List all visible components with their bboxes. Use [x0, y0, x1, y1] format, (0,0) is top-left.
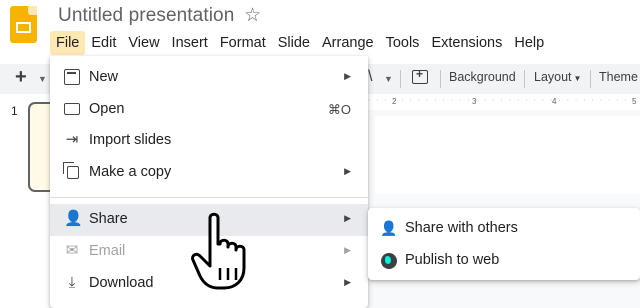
- menu-item-label: Open: [89, 101, 125, 117]
- layout-label: Layout: [534, 70, 572, 84]
- hand-pointer-cursor-icon: [191, 212, 246, 290]
- folder-icon: [64, 103, 80, 115]
- new-slide-button[interactable]: +: [15, 66, 27, 89]
- ruler-tick: 5: [632, 97, 637, 106]
- submenu-arrow-icon: ▶: [344, 213, 351, 223]
- menu-item-label: Import slides: [89, 132, 172, 148]
- menu-item-make-a-copy[interactable]: Make a copy ▶: [50, 157, 368, 189]
- menu-item-new[interactable]: New ▶: [50, 62, 368, 94]
- submenu-arrow-icon: ▶: [344, 277, 351, 287]
- star-icon[interactable]: ☆: [244, 4, 261, 27]
- ruler-tick: 3: [472, 97, 477, 106]
- layout-button[interactable]: Layout ▼: [534, 70, 581, 84]
- submenu-item-share-with-others[interactable]: 👤 Share with others: [368, 214, 640, 244]
- submenu-item-publish-to-web[interactable]: Publish to web: [368, 246, 640, 276]
- menu-file[interactable]: File: [50, 31, 86, 55]
- menu-item-import-slides[interactable]: ⇥ Import slides: [50, 125, 368, 157]
- submenu-item-label: Publish to web: [405, 252, 500, 268]
- menu-item-label: Download: [89, 275, 154, 291]
- download-icon: ⤓: [68, 274, 76, 291]
- menu-edit[interactable]: Edit: [85, 31, 122, 55]
- menu-item-open[interactable]: Open ⌘O: [50, 94, 368, 126]
- menu-bar: File Edit View Insert Format Slide Arran…: [50, 31, 550, 55]
- slide-glyph-icon: [16, 22, 31, 33]
- slides-app-icon[interactable]: [10, 6, 37, 43]
- menu-item-label: New: [89, 69, 119, 85]
- menu-item-label: Share: [89, 211, 128, 227]
- menu-item-label: Make a copy: [89, 164, 172, 180]
- import-icon: ⇥: [65, 131, 79, 148]
- menu-divider: [50, 197, 368, 198]
- copy-icon: [63, 162, 79, 179]
- menu-format[interactable]: Format: [214, 31, 272, 55]
- add-comment-icon[interactable]: [412, 67, 428, 84]
- background-button[interactable]: Background: [449, 70, 516, 84]
- toolbar-divider: [400, 70, 401, 88]
- submenu-arrow-icon: ▶: [344, 245, 351, 255]
- toolbar-divider: [590, 70, 591, 88]
- menu-insert[interactable]: Insert: [166, 31, 214, 55]
- submenu-arrow-icon: ▶: [344, 71, 351, 81]
- submenu-item-label: Share with others: [405, 220, 518, 236]
- menu-tools[interactable]: Tools: [380, 31, 426, 55]
- menu-help[interactable]: Help: [508, 31, 550, 55]
- ruler-tick: 4: [552, 97, 557, 106]
- menu-arrange[interactable]: Arrange: [316, 31, 380, 55]
- new-slide-icon: [64, 69, 80, 85]
- slide-canvas[interactable]: [375, 116, 640, 194]
- line-tool-icon[interactable]: \: [368, 68, 372, 86]
- menu-view[interactable]: View: [122, 31, 165, 55]
- email-icon: ✉: [65, 242, 79, 259]
- toolbar-divider: [524, 70, 525, 88]
- toolbar-divider: [440, 70, 441, 88]
- add-person-icon: 👤: [380, 220, 398, 236]
- ruler-marks: · · · · · · · · · · · · · · · · · · · · …: [368, 97, 640, 104]
- submenu-arrow-icon: ▶: [344, 166, 351, 176]
- globe-icon: [381, 253, 397, 269]
- ruler-tick: 2: [392, 97, 397, 106]
- theme-button[interactable]: Theme: [599, 70, 638, 84]
- chevron-down-icon: ▼: [573, 74, 582, 83]
- ruler: · · · · · · · · · · · · · · · · · · · · …: [368, 97, 640, 107]
- menu-extensions[interactable]: Extensions: [425, 31, 508, 55]
- chevron-down-icon[interactable]: ▼: [38, 74, 47, 84]
- chevron-down-icon[interactable]: ▼: [384, 74, 393, 84]
- shortcut-label: ⌘O: [327, 102, 351, 117]
- menu-item-label: Email: [89, 243, 126, 259]
- slide-number: 1: [11, 104, 18, 118]
- menu-slide[interactable]: Slide: [272, 31, 316, 55]
- document-title[interactable]: Untitled presentation: [58, 5, 234, 27]
- add-person-icon: 👤: [64, 210, 83, 227]
- share-submenu: 👤 Share with others Publish to web: [368, 208, 640, 280]
